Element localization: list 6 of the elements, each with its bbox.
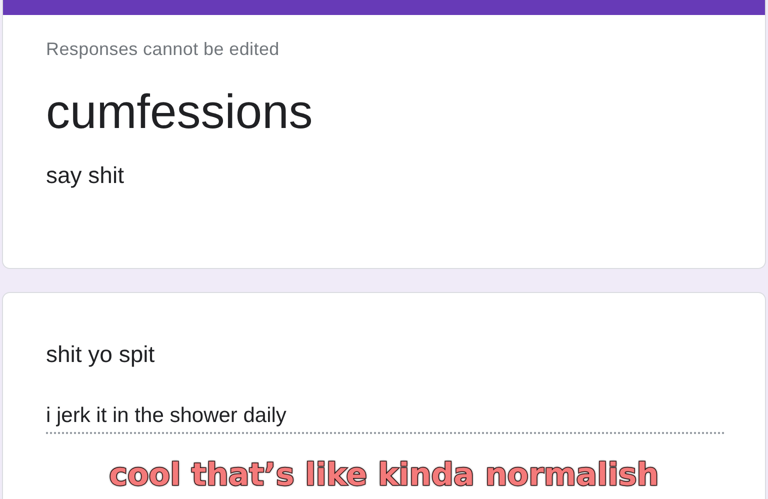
answer-field: i jerk it in the shower daily	[46, 404, 724, 434]
form-description: say shit	[46, 162, 124, 189]
meme-caption: cool that’s like kinda normalish	[109, 457, 659, 493]
question-text: shit yo spit	[46, 341, 155, 368]
notice-text: Responses cannot be edited	[46, 39, 280, 60]
form-title: cumfessions	[46, 85, 313, 141]
